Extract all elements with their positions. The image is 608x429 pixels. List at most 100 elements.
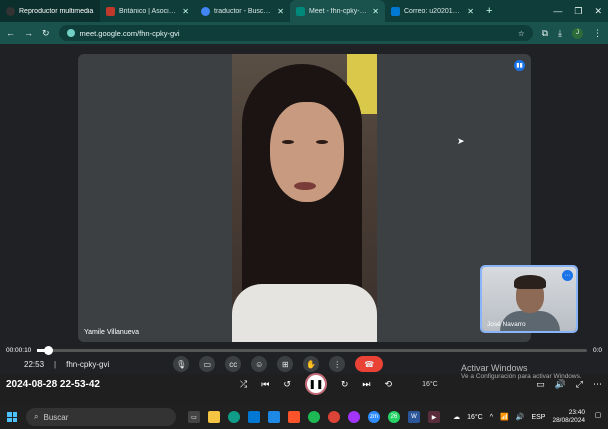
more-icon[interactable]: ⋯ bbox=[593, 379, 602, 390]
self-view-tile[interactable]: ⋯ José Navarro bbox=[480, 265, 578, 333]
brave-icon[interactable] bbox=[288, 411, 300, 423]
window-controls: — ❐ ✕ bbox=[553, 6, 608, 17]
menu-icon[interactable]: ⋮ bbox=[593, 28, 602, 39]
weather-mini: 16°C bbox=[422, 380, 438, 388]
player-right-controls: ▭ 🔊 ⤢ ⋯ bbox=[536, 379, 602, 390]
maximize-icon[interactable]: ❐ bbox=[574, 6, 582, 17]
tab-title: Correo: u20201016 (Navar bbox=[404, 7, 464, 15]
meeting-time: 22:53 bbox=[24, 359, 45, 369]
elapsed-time: 00:00:10 bbox=[6, 346, 32, 354]
tab-title: Meet - fhn-cpky-gvi bbox=[309, 7, 369, 15]
cast-icon[interactable]: ▭ bbox=[536, 379, 545, 390]
system-tray: ☁ 16°C ^ 📶 🔊 ESP 23:40 28/08/2024 ▢ bbox=[453, 409, 604, 425]
volume-icon[interactable]: 🔊 bbox=[555, 379, 566, 390]
network-icon[interactable]: 📶 bbox=[500, 413, 509, 421]
repeat-icon[interactable]: ⟲ bbox=[385, 379, 393, 390]
site-info-icon[interactable] bbox=[66, 29, 75, 37]
shirt-shape bbox=[232, 284, 377, 342]
pause-button[interactable]: ❚❚ bbox=[304, 373, 327, 395]
seek-bar[interactable] bbox=[37, 345, 587, 355]
whatsapp-icon[interactable]: 26 bbox=[388, 411, 400, 423]
media-player-icon[interactable]: ▶ bbox=[428, 411, 440, 423]
forward-icon[interactable]: ↻ bbox=[341, 379, 349, 390]
language-indicator[interactable]: ESP bbox=[531, 414, 545, 421]
audio-indicator-icon: ▮▮ bbox=[514, 60, 525, 71]
close-icon[interactable]: ✕ bbox=[467, 7, 474, 16]
next-icon[interactable]: ⏭ bbox=[362, 379, 370, 390]
present-button[interactable]: ⊞ bbox=[277, 356, 294, 372]
participant-name: Yamile Villanueva bbox=[84, 329, 139, 336]
new-tab-button[interactable]: + bbox=[480, 5, 498, 17]
edge-icon[interactable] bbox=[228, 411, 240, 423]
file-explorer-icon[interactable] bbox=[208, 411, 220, 423]
meet-icon bbox=[296, 6, 305, 16]
windows-start-button[interactable] bbox=[4, 409, 20, 425]
back-icon[interactable]: ← bbox=[6, 28, 15, 38]
forward-icon[interactable]: → bbox=[24, 28, 33, 38]
tab-title: Reproductor multimedia bbox=[19, 7, 94, 15]
download-icon[interactable]: ⤓ bbox=[558, 28, 562, 39]
mouse-cursor-icon: ➤ bbox=[457, 136, 465, 146]
tab-media-player[interactable]: Reproductor multimedia bbox=[0, 0, 100, 22]
mouth-shape bbox=[294, 182, 316, 190]
profile-avatar[interactable]: J bbox=[572, 27, 583, 39]
camera-button[interactable]: ▭ bbox=[199, 356, 216, 372]
notification-icon[interactable]: ▢ bbox=[592, 411, 604, 423]
taskbar-apps: ▭ zm 26 W ▶ bbox=[188, 411, 440, 423]
browser-tab-strip: Reproductor multimedia Británico | Asoci… bbox=[0, 0, 608, 22]
toolbar-right: ⧉ ⤓ J ⋮ bbox=[542, 27, 602, 39]
shuffle-icon[interactable]: ⤮ bbox=[240, 379, 247, 390]
close-icon[interactable]: ✕ bbox=[277, 7, 284, 16]
more-options-icon[interactable]: ⋯ bbox=[562, 270, 573, 281]
captions-button[interactable]: cc bbox=[225, 356, 242, 372]
weather-temp: 16°C bbox=[467, 413, 483, 421]
rewind-icon[interactable]: ↺ bbox=[283, 379, 291, 390]
tab-britanico[interactable]: Británico | Asociación Cultur ✕ bbox=[100, 0, 195, 22]
chrome-icon[interactable] bbox=[328, 411, 340, 423]
store-icon[interactable] bbox=[248, 411, 260, 423]
media-player-icon bbox=[6, 6, 15, 16]
extensions-icon[interactable]: ⧉ bbox=[542, 28, 548, 39]
end-call-button[interactable]: ☎ bbox=[355, 356, 384, 372]
raise-hand-button[interactable]: ✋ bbox=[303, 356, 320, 372]
messenger-icon[interactable] bbox=[348, 411, 360, 423]
weather-icon[interactable]: ☁ bbox=[453, 413, 460, 421]
tray-overflow-icon[interactable]: ^ bbox=[490, 414, 493, 421]
zoom-icon[interactable]: zm bbox=[368, 411, 380, 423]
media-filename: 2024-08-28 22-53-42 bbox=[6, 378, 100, 390]
emoji-button[interactable]: ☺ bbox=[251, 356, 268, 372]
windows-taskbar: ⌕ Buscar ▭ zm 26 W ▶ ☁ 16°C ^ 📶 🔊 ESP 23… bbox=[0, 405, 608, 429]
meet-controls: 🎙 ▭ cc ☺ ⊞ ✋ ⋮ ☎ bbox=[173, 356, 384, 372]
minimize-icon[interactable]: — bbox=[553, 6, 562, 17]
volume-tray-icon[interactable]: 🔊 bbox=[516, 413, 525, 421]
close-icon[interactable]: ✕ bbox=[182, 7, 189, 16]
tab-meet[interactable]: Meet - fhn-cpky-gvi ✕ bbox=[290, 0, 385, 22]
reload-icon[interactable]: ↻ bbox=[42, 28, 50, 39]
bookmark-star-icon[interactable]: ☆ bbox=[518, 29, 525, 38]
url-text: meet.google.com/fhn-cpky-gvi bbox=[79, 28, 180, 38]
tab-translator[interactable]: traductor - Buscar con Goo ✕ bbox=[195, 0, 290, 22]
separator: | bbox=[54, 359, 57, 369]
self-hair-shape bbox=[514, 275, 546, 289]
mic-button[interactable]: 🎙 bbox=[173, 356, 190, 372]
tab-title: Británico | Asociación Cultur bbox=[119, 7, 178, 15]
word-icon[interactable]: W bbox=[408, 411, 420, 423]
spotify-icon[interactable] bbox=[308, 411, 320, 423]
clock[interactable]: 23:40 28/08/2024 bbox=[552, 409, 585, 425]
mail-icon[interactable] bbox=[268, 411, 280, 423]
britanico-icon bbox=[106, 6, 115, 16]
previous-icon[interactable]: ⏮ bbox=[261, 379, 269, 390]
search-placeholder: Buscar bbox=[43, 412, 69, 422]
seek-handle[interactable] bbox=[44, 345, 54, 355]
close-icon[interactable]: ✕ bbox=[372, 7, 379, 16]
fullscreen-icon[interactable]: ⤢ bbox=[576, 379, 583, 390]
address-bar[interactable]: meet.google.com/fhn-cpky-gvi ☆ bbox=[58, 25, 533, 41]
close-window-icon[interactable]: ✕ bbox=[594, 6, 602, 17]
taskbar-search-input[interactable]: ⌕ Buscar bbox=[26, 408, 176, 426]
eye-shape bbox=[316, 140, 328, 144]
tab-mail[interactable]: Correo: u20201016 (Navar ✕ bbox=[385, 0, 480, 22]
task-view-icon[interactable]: ▭ bbox=[188, 411, 200, 423]
playback-controls: ⤮ ⏮ ↺ ❚❚ ↻ ⏭ ⟲ bbox=[240, 373, 392, 395]
more-button[interactable]: ⋮ bbox=[329, 356, 346, 372]
main-participant-tile[interactable]: Yamile Villanueva ▮▮ bbox=[78, 54, 531, 342]
